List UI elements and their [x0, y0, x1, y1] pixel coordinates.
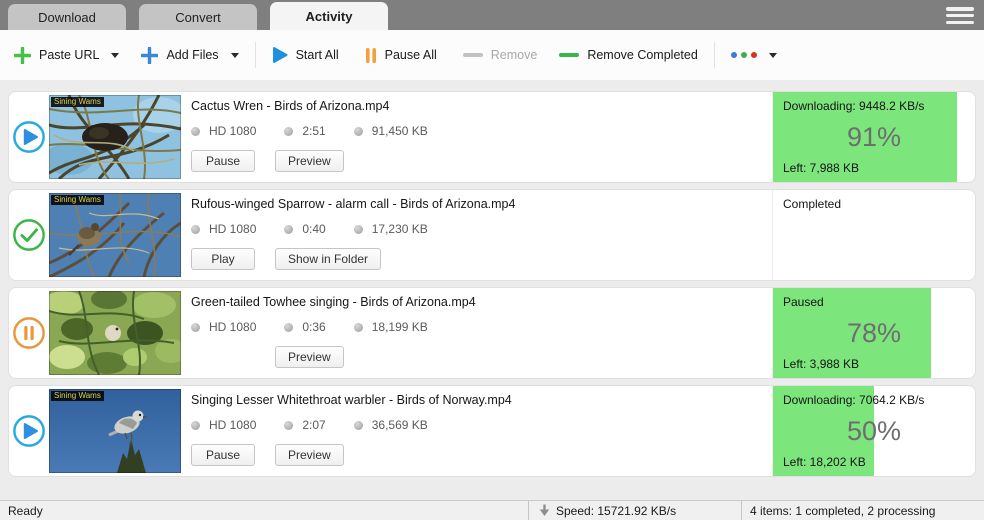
status-ready: Ready	[0, 501, 528, 520]
chevron-down-icon[interactable]	[111, 53, 119, 58]
pause-all-button[interactable]: Pause All	[365, 47, 437, 64]
progress-percent: 91%	[783, 124, 965, 151]
pause-button[interactable]: Pause	[191, 444, 255, 466]
progress-percent	[783, 229, 965, 256]
completed-status-icon	[12, 218, 46, 252]
preview-button[interactable]: Preview	[275, 444, 344, 466]
gray-dash-icon	[463, 53, 483, 57]
toolbar: Paste URL Add Files Start All Pause All …	[0, 30, 984, 80]
video-size: 18,199 KB	[372, 320, 428, 334]
video-duration: 2:51	[302, 124, 325, 138]
more-options-button[interactable]	[731, 52, 777, 58]
video-thumbnail: Sining Wams	[49, 389, 181, 473]
bullet-icon	[354, 323, 363, 332]
start-all-button[interactable]: Start All	[272, 46, 339, 64]
chevron-down-icon[interactable]	[231, 53, 239, 58]
video-size: 36,569 KB	[372, 418, 428, 432]
video-size: 17,230 KB	[372, 222, 428, 236]
bullet-icon	[191, 127, 200, 136]
remove-button: Remove	[463, 48, 538, 62]
video-thumbnail	[49, 291, 181, 375]
bytes-left-label: Left: 18,202 KB	[783, 455, 965, 469]
bullet-icon	[284, 323, 293, 332]
three-dots-icon	[731, 52, 757, 58]
video-quality: HD 1080	[209, 222, 256, 236]
progress-percent: 50%	[783, 418, 965, 445]
tab-download[interactable]: Download	[8, 4, 126, 30]
down-arrow-icon	[539, 504, 550, 517]
tab-convert[interactable]: Convert	[139, 4, 257, 30]
preview-button[interactable]: Preview	[275, 150, 344, 172]
video-duration: 0:40	[302, 222, 325, 236]
download-speed-label: Downloading: 7064.2 KB/s	[783, 393, 965, 407]
blue-plus-icon	[141, 47, 158, 64]
video-quality: HD 1080	[209, 418, 256, 432]
bullet-icon	[284, 225, 293, 234]
status-bar: Ready Speed: 15721.92 KB/s 4 items: 1 co…	[0, 500, 984, 520]
remove-label: Remove	[491, 48, 538, 62]
show-in-folder-button[interactable]: Show in Folder	[275, 248, 381, 270]
bullet-icon	[284, 421, 293, 430]
bullet-icon	[354, 225, 363, 234]
status-items-summary: 4 items: 1 completed, 2 processing	[742, 501, 984, 520]
blue-play-icon	[272, 46, 288, 64]
bullet-icon	[354, 421, 363, 430]
download-speed-label: Downloading: 9448.2 KB/s	[783, 99, 965, 113]
tab-activity[interactable]: Activity	[270, 2, 388, 30]
hamburger-menu-icon[interactable]	[946, 7, 974, 24]
chevron-down-icon[interactable]	[769, 53, 777, 58]
preview-button[interactable]: Preview	[275, 346, 344, 368]
paste-url-button[interactable]: Paste URL	[14, 47, 119, 64]
remove-completed-button[interactable]: Remove Completed	[559, 48, 697, 62]
download-row-2[interactable]: Sining Wams Rufous-winged Sparrow - alar…	[8, 189, 976, 281]
video-quality: HD 1080	[209, 124, 256, 138]
bullet-icon	[284, 127, 293, 136]
button-spacer	[191, 346, 255, 368]
pause-all-label: Pause All	[385, 48, 437, 62]
add-files-label: Add Files	[166, 48, 218, 62]
add-files-button[interactable]: Add Files	[141, 47, 238, 64]
completed-label: Completed	[783, 197, 965, 211]
play-button[interactable]: Play	[191, 248, 255, 270]
progress-panel: Downloading: 9448.2 KB/s 91% Left: 7,988…	[772, 92, 975, 182]
bullet-icon	[191, 323, 200, 332]
green-dash-icon	[559, 53, 579, 57]
download-row-1[interactable]: Sining Wams Cactus Wren - Birds of Arizo…	[8, 91, 976, 183]
watermark-label: Sining Wams	[51, 391, 104, 401]
progress-panel: Paused 78% Left: 3,988 KB	[772, 288, 975, 378]
toolbar-separator	[255, 42, 256, 68]
bytes-left-label: Left: 7,988 KB	[783, 161, 965, 175]
video-thumbnail: Sining Wams	[49, 95, 181, 179]
watermark-label: Sining Wams	[51, 195, 104, 205]
status-speed: Speed: 15721.92 KB/s	[556, 504, 676, 518]
pause-button[interactable]: Pause	[191, 150, 255, 172]
download-row-4[interactable]: Sining Wams Singing Lesser Whitethroat w…	[8, 385, 976, 477]
download-row-3[interactable]: Green-tailed Towhee singing - Birds of A…	[8, 287, 976, 379]
green-plus-icon	[14, 47, 31, 64]
video-duration: 2:07	[302, 418, 325, 432]
paused-label: Paused	[783, 295, 965, 309]
paused-status-icon	[12, 316, 46, 350]
downloading-status-icon	[12, 414, 46, 448]
download-list: Sining Wams Cactus Wren - Birds of Arizo…	[0, 80, 984, 500]
progress-panel: Completed	[772, 190, 975, 280]
progress-percent: 78%	[783, 320, 965, 347]
remove-completed-label: Remove Completed	[587, 48, 697, 62]
bullet-icon	[191, 421, 200, 430]
video-duration: 0:36	[302, 320, 325, 334]
video-thumbnail: Sining Wams	[49, 193, 181, 277]
bytes-left-label: Left: 3,988 KB	[783, 357, 965, 371]
downloading-status-icon	[12, 120, 46, 154]
paste-url-label: Paste URL	[39, 48, 99, 62]
watermark-label: Sining Wams	[51, 97, 104, 107]
toolbar-separator	[714, 42, 715, 68]
video-size: 91,450 KB	[372, 124, 428, 138]
bullet-icon	[191, 225, 200, 234]
video-quality: HD 1080	[209, 320, 256, 334]
start-all-label: Start All	[296, 48, 339, 62]
tab-bar: Download Convert Activity	[0, 0, 984, 30]
progress-panel: Downloading: 7064.2 KB/s 50% Left: 18,20…	[772, 386, 975, 476]
orange-pause-icon	[365, 47, 377, 64]
bullet-icon	[354, 127, 363, 136]
